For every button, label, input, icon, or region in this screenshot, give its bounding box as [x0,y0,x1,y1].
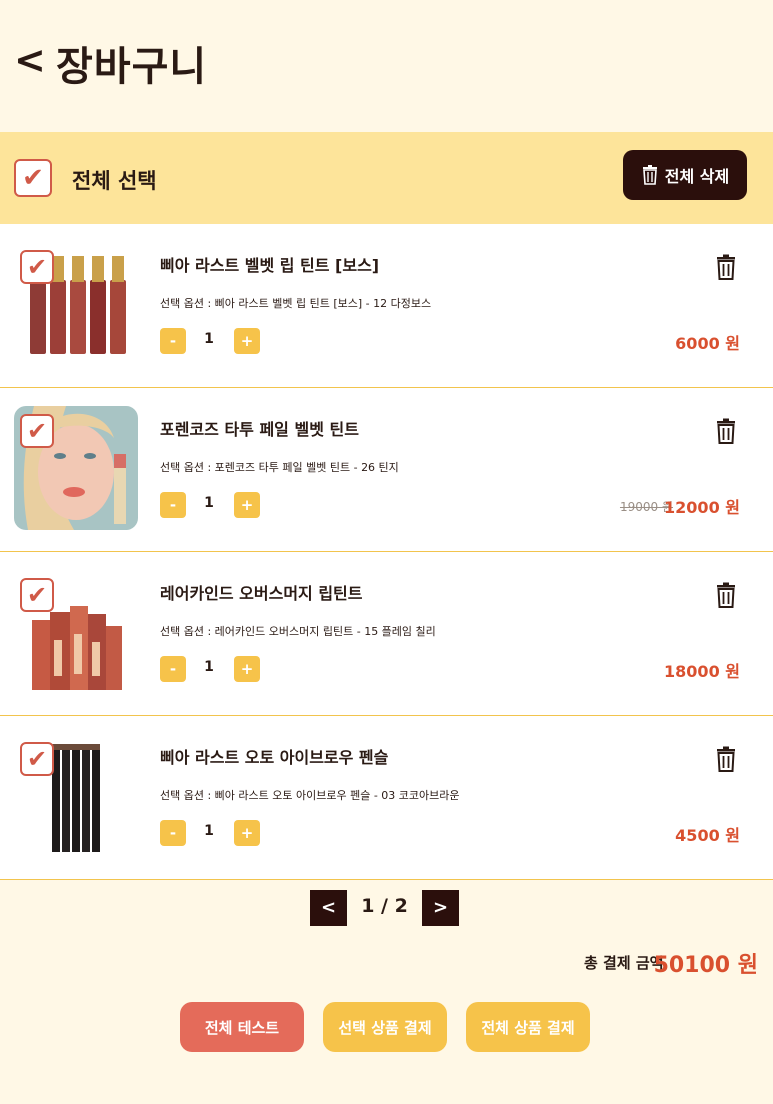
trash-icon[interactable] [714,254,738,280]
test-all-button[interactable]: 전체 테스트 [180,1002,304,1052]
total-label: 총 결제 금액 [584,954,664,972]
select-all-bar: ✔ 전체 선택 전체 삭제 [0,132,773,225]
item-option: 선택 옵션 : 레어카인드 오버스머지 립틴트 - 15 플레임 칠리 [160,625,436,638]
qty-minus-button[interactable]: - [160,656,186,682]
item-checkbox[interactable]: ✔ [20,578,54,612]
qty-minus-button[interactable]: - [160,328,186,354]
item-price: 12000 원 [664,498,740,517]
item-name: 포렌코즈 타투 페일 벨벳 틴트 [160,420,359,439]
prev-page-button[interactable]: < [310,890,347,926]
item-price: 6000 원 [675,334,740,353]
page-title: 장바구니 [56,44,208,90]
qty-minus-button[interactable]: - [160,492,186,518]
trash-icon[interactable] [714,582,738,608]
pay-all-button[interactable]: 전체 상품 결제 [466,1002,590,1052]
trash-icon[interactable] [714,418,738,444]
cart-item: ✔ 삐아 라스트 오토 아이브로우 펜슬 선택 옵션 : 삐아 라스트 오토 아… [0,716,773,880]
trash-icon[interactable] [714,746,738,772]
item-name: 삐아 라스트 오토 아이브로우 펜슬 [160,748,389,767]
item-name: 삐아 라스트 벨벳 립 틴트 [보스] [160,256,380,275]
pagination: < 1 / 2 > [0,890,773,926]
item-checkbox[interactable]: ✔ [20,742,54,776]
qty-value: 1 [204,331,214,347]
qty-plus-button[interactable]: + [234,328,260,354]
cart-item: ✔ 레어카인드 오버스머지 립틴트 선택 옵션 : 레어카인드 오버스머지 립틴… [0,552,773,716]
page-indicator: 1 / 2 [361,895,408,917]
item-price: 4500 원 [675,826,740,845]
item-price: 18000 원 [664,662,740,681]
item-checkbox[interactable]: ✔ [20,250,54,284]
cart-item: ✔ 삐아 라스트 벨벳 립 틴트 [보스] 선택 옵션 : 삐아 라스트 벨벳 … [0,224,773,388]
cart-item: ✔ 포렌코즈 타투 페일 벨벳 틴트 선택 옵션 : 포렌코즈 타투 페일 벨벳… [0,388,773,552]
qty-value: 1 [204,823,214,839]
item-option: 선택 옵션 : 삐아 라스트 오토 아이브로우 펜슬 - 03 코코아브라운 [160,789,460,802]
qty-minus-button[interactable]: - [160,820,186,846]
delete-all-label: 전체 삭제 [664,167,730,186]
qty-value: 1 [204,659,214,675]
qty-plus-button[interactable]: + [234,820,260,846]
trash-icon [642,165,657,185]
pay-selected-button[interactable]: 선택 상품 결제 [323,1002,447,1052]
total-amount: 50100 원 [653,953,758,978]
select-all-label: 전체 선택 [72,169,157,193]
next-page-button[interactable]: > [422,890,459,926]
select-all-checkbox[interactable]: ✔ [14,159,52,197]
qty-plus-button[interactable]: + [234,492,260,518]
item-name: 레어카인드 오버스머지 립틴트 [160,584,363,603]
back-icon[interactable]: < [14,38,46,82]
item-checkbox[interactable]: ✔ [20,414,54,448]
header: < 장바구니 [0,0,773,130]
delete-all-button[interactable]: 전체 삭제 [623,150,747,200]
item-option: 선택 옵션 : 포렌코즈 타투 페일 벨벳 틴트 - 26 틴지 [160,461,399,474]
qty-value: 1 [204,495,214,511]
item-option: 선택 옵션 : 삐아 라스트 벨벳 립 틴트 [보스] - 12 다정보스 [160,297,432,310]
qty-plus-button[interactable]: + [234,656,260,682]
